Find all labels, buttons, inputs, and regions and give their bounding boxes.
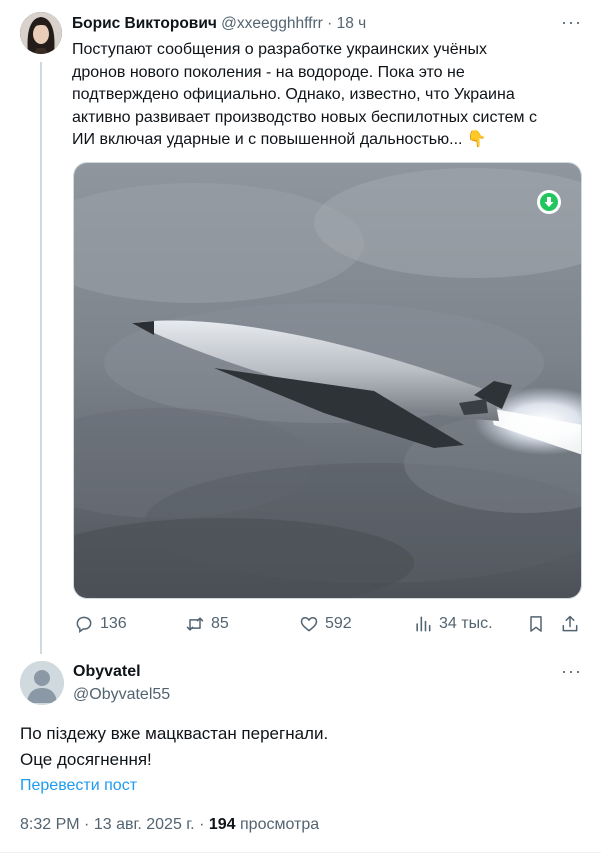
reply-more-options-icon[interactable]: ··· (561, 661, 582, 682)
tweet-text-line: ИИ включая ударные и с повышенной дально… (72, 131, 487, 148)
author-name[interactable]: Борис Викторович (72, 15, 217, 32)
views-button[interactable]: 34 тыс. (413, 614, 493, 634)
reply-author-name[interactable]: Obyvatel (73, 663, 141, 681)
like-button[interactable]: 592 (299, 614, 352, 634)
repost-button[interactable]: 85 (185, 614, 229, 634)
tweet-media-image[interactable] (73, 162, 582, 599)
translate-post-link[interactable]: Перевести пост (20, 777, 137, 795)
tweet-timestamp[interactable]: 18 ч (337, 15, 367, 32)
tweet-text-line: дронов нового поколения - на водороде. П… (72, 63, 465, 81)
reply-button[interactable]: 136 (74, 614, 127, 634)
reply-date[interactable]: 13 авг. 2025 г. (94, 816, 195, 833)
views-bar-chart-icon (416, 616, 431, 632)
thread-connector-line (40, 62, 42, 654)
tweet-header: Борис Викторович @xxeegghhffrr · 18 ч (72, 15, 366, 33)
pointing-down-emoji: 👇 (466, 131, 487, 148)
like-count: 592 (325, 615, 352, 632)
bookmark-button[interactable] (526, 614, 546, 634)
meta-separator: · (84, 816, 90, 833)
download-icon[interactable] (537, 190, 561, 214)
tweet-text-line: активно развивает производство новых бес… (72, 108, 537, 126)
tweet-text-line: Поступают сообщения о разработке украинс… (72, 41, 487, 58)
reply-views-count: 194 (208, 816, 236, 833)
tweet-text: Поступают сообщения о разработке украинс… (72, 39, 572, 152)
header-separator: · (327, 15, 333, 32)
heart-icon (300, 617, 318, 632)
repost-icon (186, 617, 204, 631)
share-button[interactable] (560, 614, 580, 634)
meta-separator: · (199, 816, 205, 833)
author-handle[interactable]: @xxeegghhffrr (221, 15, 323, 32)
reply-text-line: Оце досягнення! (20, 750, 152, 769)
tweet-text-line: подтверждено официально. Однако, известн… (72, 86, 515, 103)
reply-text-line: По піздежу вже мацквастан перегнали. (20, 724, 329, 743)
author-avatar[interactable] (20, 12, 62, 54)
views-count: 34 тыс. (439, 615, 493, 632)
repost-count: 85 (211, 615, 229, 632)
reply-count: 136 (100, 615, 127, 632)
reply-icon (76, 616, 92, 633)
reply-author-handle[interactable]: @Obyvatel55 (73, 686, 170, 704)
divider (0, 852, 601, 853)
reply-time[interactable]: 8:32 PM (20, 816, 80, 833)
reply-views-label: просмотра (240, 816, 320, 833)
more-options-icon[interactable]: ··· (561, 12, 582, 33)
reply-metadata: 8:32 PM · 13 авг. 2025 г. · 194 просмотр… (20, 816, 319, 834)
reply-author-avatar[interactable] (20, 661, 64, 705)
share-icon (562, 615, 578, 632)
bookmark-icon (530, 616, 542, 632)
